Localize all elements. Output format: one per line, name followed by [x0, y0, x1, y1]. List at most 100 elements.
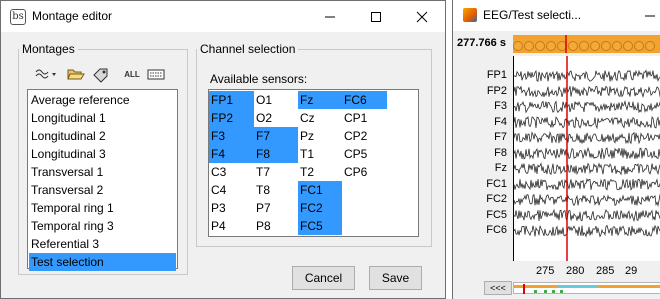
sensor-item-t8[interactable]: T8	[254, 181, 298, 199]
save-button[interactable]: Save	[369, 266, 422, 290]
title-bar: bs Montage editor	[1, 1, 445, 32]
montage-list-item[interactable]: Longitudinal 3	[29, 145, 176, 163]
eeg-trace-fp2	[513, 85, 660, 98]
timeline-selection-strip	[558, 285, 598, 288]
sensor-item-fc5[interactable]: FC5	[298, 217, 342, 235]
channel-label-fc6: FC6	[486, 224, 507, 236]
sensor-item-cp5[interactable]: CP5	[342, 145, 387, 163]
sensor-item-fc1[interactable]: FC1	[298, 181, 342, 199]
event-marker[interactable]	[634, 41, 644, 51]
sensor-item-fc2[interactable]: FC2	[298, 199, 342, 217]
event-marker[interactable]	[546, 41, 556, 51]
event-marker[interactable]	[524, 41, 534, 51]
sensor-item-t7[interactable]: T7	[254, 163, 298, 181]
sensor-item-cp2[interactable]: CP2	[342, 127, 387, 145]
channel-label-fc5: FC5	[486, 208, 507, 221]
channel-label-f4: F4	[494, 115, 507, 128]
sensor-item-f7[interactable]: F7	[254, 127, 298, 145]
sensor-item-cz[interactable]: Cz	[298, 109, 342, 127]
sensor-item-o1[interactable]: O1	[254, 91, 298, 109]
timeline-scrollbar[interactable]	[513, 282, 660, 294]
channel-label-f8: F8	[494, 146, 507, 159]
sensor-item-cp1[interactable]: CP1	[342, 109, 387, 127]
event-marker[interactable]	[568, 41, 578, 51]
sensor-item-fp1[interactable]: FP1	[209, 91, 254, 109]
event-marker[interactable]	[557, 41, 567, 51]
sensor-item-p4[interactable]: P4	[209, 217, 254, 235]
eeg-plot[interactable]	[513, 56, 660, 261]
brainstorm-app-icon: bs	[10, 9, 26, 25]
maximize-icon	[371, 11, 381, 22]
event-marker[interactable]	[601, 41, 611, 51]
timeline-cursor	[523, 284, 525, 294]
montage-list-item[interactable]: Referential 3	[29, 235, 176, 253]
sensor-item-f3[interactable]: F3	[209, 127, 254, 145]
all-text-icon[interactable]: ALL	[122, 67, 142, 83]
channel-label-fp1: FP1	[486, 69, 507, 81]
sensor-item-p7[interactable]: P7	[254, 199, 298, 217]
event-marker[interactable]	[612, 41, 622, 51]
eeg-trace-f3	[513, 99, 660, 114]
montage-list-item[interactable]: Test selection	[29, 253, 176, 271]
montage-list-item[interactable]: Transversal 1	[29, 163, 176, 181]
sensor-item-cp6[interactable]: CP6	[342, 163, 387, 181]
matlab-app-icon	[463, 8, 477, 22]
sensor-item-p3[interactable]: P3	[209, 199, 254, 217]
sensor-item-f8[interactable]: F8	[254, 145, 298, 163]
timeline-marker	[552, 290, 555, 293]
montage-editor-window: bs Montage editor Montages ALL Average r…	[0, 0, 446, 299]
montage-list-item[interactable]: Temporal ring 3	[29, 217, 176, 235]
event-marker[interactable]	[623, 41, 633, 51]
montage-list-item[interactable]: Average reference	[29, 91, 176, 109]
channel-label-f7: F7	[494, 131, 507, 143]
timeline-marker	[560, 290, 563, 293]
close-button[interactable]	[399, 1, 445, 32]
montage-list-item[interactable]: Temporal ring 1	[29, 199, 176, 217]
montage-list[interactable]: Average reference Longitudinal 1 Longitudi…	[27, 89, 178, 271]
page-back-button[interactable]: <<<	[484, 281, 512, 295]
tag-icon[interactable]	[92, 67, 110, 83]
channel-label-fz: Fz	[494, 162, 507, 174]
events-bar[interactable]	[513, 35, 660, 53]
montages-legend: Montages	[19, 42, 78, 56]
eeg-title-bar: EEG/Test selecti...	[453, 0, 660, 31]
x-tick-label: 280	[566, 265, 585, 277]
sensor-item-c4[interactable]: C4	[209, 181, 254, 199]
montage-list-item[interactable]: Longitudinal 2	[29, 127, 176, 145]
keyboard-icon[interactable]	[146, 67, 166, 83]
eeg-trace-f4	[513, 116, 660, 130]
folder-open-icon[interactable]	[67, 67, 85, 83]
event-marker[interactable]	[513, 41, 523, 51]
eeg-window-title: EEG/Test selecti...	[483, 8, 582, 22]
eeg-trace-f7	[513, 130, 660, 145]
sensor-item-t2[interactable]: T2	[298, 163, 342, 181]
eeg-trace-fc2	[513, 193, 660, 207]
sensor-item-t1[interactable]: T1	[298, 145, 342, 163]
sensor-item-o2[interactable]: O2	[254, 109, 298, 127]
waveform-dropdown-icon[interactable]	[35, 67, 59, 83]
channel-label-f3: F3	[494, 100, 507, 112]
montage-list-item[interactable]: Longitudinal 1	[29, 109, 176, 127]
minimize-button[interactable]	[307, 1, 353, 32]
eeg-minimize-button[interactable]	[627, 0, 660, 31]
sensor-item-p8[interactable]: P8	[254, 217, 298, 235]
channel-label-fc1: FC1	[486, 177, 507, 190]
timeline-marker	[534, 290, 537, 293]
x-tick-label: 29	[625, 265, 638, 277]
x-tick-label: 275	[536, 265, 555, 277]
event-marker[interactable]	[535, 41, 545, 51]
event-marker[interactable]	[645, 41, 655, 51]
sensor-item-fz[interactable]: Fz	[298, 91, 342, 109]
event-marker[interactable]	[579, 41, 589, 51]
sensor-item-fp2[interactable]: FP2	[209, 109, 254, 127]
event-marker[interactable]	[590, 41, 600, 51]
maximize-button[interactable]	[353, 1, 399, 32]
sensor-item-f4[interactable]: F4	[209, 145, 254, 163]
sensor-item-fc6[interactable]: FC6	[342, 91, 387, 109]
montage-list-item[interactable]: Transversal 2	[29, 181, 176, 199]
sensor-item-pz[interactable]: Pz	[298, 127, 342, 145]
cancel-button[interactable]: Cancel	[292, 266, 355, 290]
time-readout: 277.766 s	[457, 37, 506, 49]
sensor-grid[interactable]: FP1 FP2 F3 F4 C3 C4 P3 P4 O1 O2 F7 F8 T7 T8 P7 P8 Fz Cz Pz…	[208, 89, 419, 237]
sensor-item-c3[interactable]: C3	[209, 163, 254, 181]
